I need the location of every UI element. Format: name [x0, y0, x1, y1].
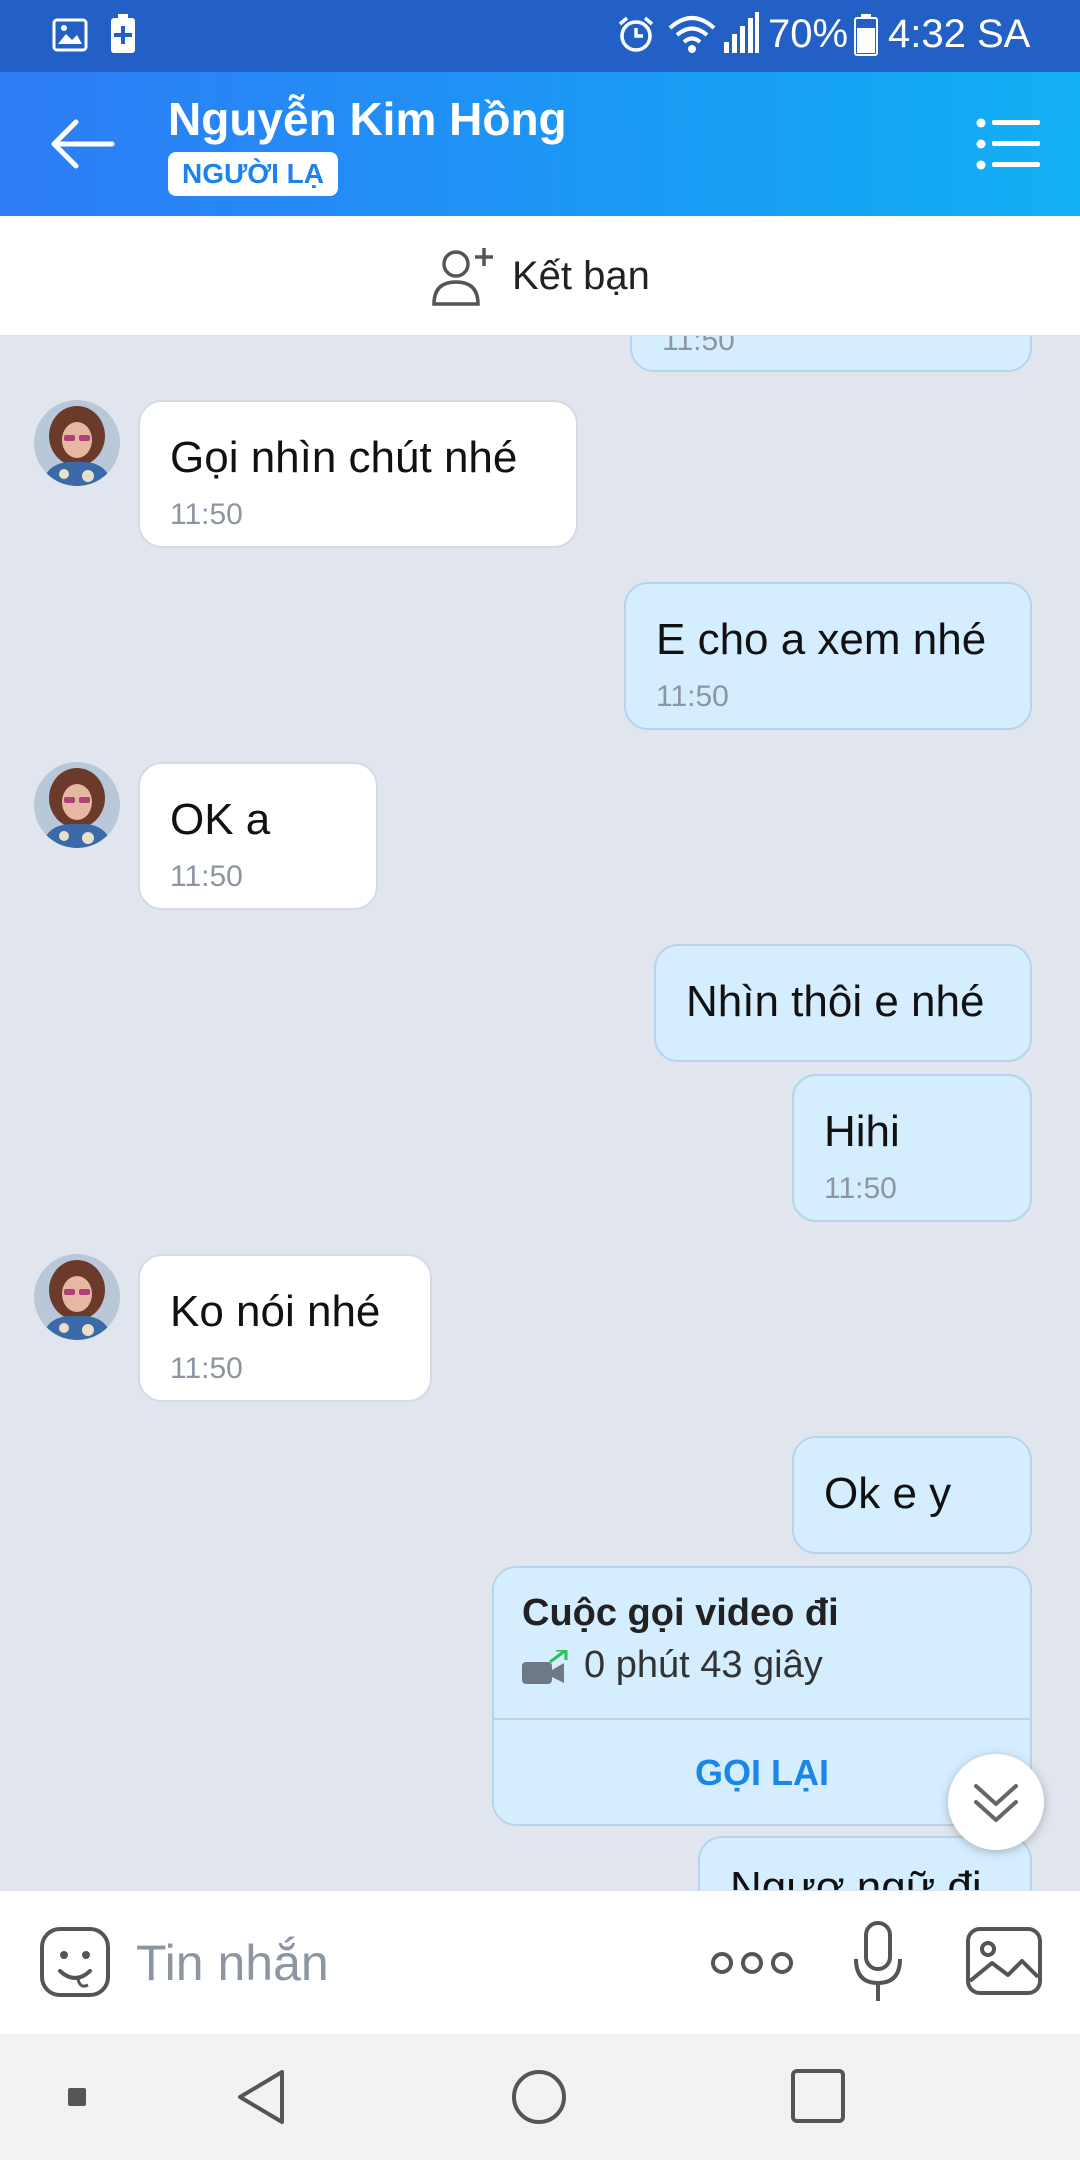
add-friend-bar[interactable]: Kết bạn [0, 216, 1080, 336]
add-friend-label: Kết bạn [512, 254, 650, 298]
battery-icon [854, 14, 878, 56]
message-time: 11:50 [824, 1172, 897, 1205]
status-time: 4:32 SA [888, 12, 1031, 56]
message-bubble-incoming[interactable]: OK a 11:50 [138, 762, 378, 910]
message-text: Ngượ ngữ đi [730, 1863, 982, 1890]
wifi-icon [668, 16, 716, 53]
message-text: Ko nói nhé [170, 1287, 381, 1336]
signal-icon [724, 12, 759, 53]
message-time: 11:50 [170, 1352, 243, 1385]
more-icon[interactable] [710, 1945, 794, 1981]
double-chevron-down-icon [974, 1784, 1018, 1822]
message-text: Hihi [824, 1107, 900, 1156]
back-arrow-icon[interactable] [48, 112, 118, 176]
battery-saver-icon [111, 14, 135, 53]
alarm-icon [618, 16, 654, 52]
system-navigation-bar [0, 2034, 1080, 2160]
avatar[interactable] [34, 400, 120, 486]
notification-dot-icon [68, 2088, 86, 2106]
menu-icon[interactable] [976, 118, 1040, 170]
message-time: 11:50 [662, 336, 735, 357]
status-bar: 70% 4:32 SA [0, 0, 1080, 72]
message-input[interactable] [136, 1927, 676, 1999]
scroll-to-bottom-button[interactable] [948, 1754, 1044, 1850]
chat-header: Nguyễn Kim Hồng NGƯỜI LẠ [0, 72, 1080, 216]
battery-percent: 70% [768, 12, 849, 56]
message-list[interactable]: 11:50 Gọi nhìn chút nhé 11:50 E cho a xe… [0, 336, 1080, 1890]
message-bubble-incoming[interactable]: Gọi nhìn chút nhé 11:50 [138, 400, 578, 548]
message-time: 11:50 [170, 498, 243, 531]
recents-nav-icon[interactable] [790, 2068, 846, 2124]
stranger-badge: NGƯỜI LẠ [168, 152, 338, 196]
message-text: Gọi nhìn chút nhé [170, 433, 518, 482]
gallery-icon[interactable] [964, 1925, 1044, 1997]
contact-name[interactable]: Nguyễn Kim Hồng [168, 92, 567, 146]
avatar[interactable] [34, 762, 120, 848]
composer [0, 1890, 1080, 2034]
message-time: 11:50 [656, 680, 729, 713]
message-bubble-outgoing[interactable]: E cho a xem nhé 11:50 [624, 582, 1032, 730]
message-bubble-outgoing[interactable]: 11:50 [630, 336, 1032, 372]
message-time: 11:50 [170, 860, 243, 893]
message-bubble-outgoing[interactable]: Nhìn thôi e nhé [654, 944, 1032, 1062]
add-friend-icon [432, 248, 493, 306]
message-bubble-outgoing[interactable]: Hihi 11:50 [792, 1074, 1032, 1222]
message-text: Ok e y [824, 1469, 952, 1518]
message-bubble-incoming[interactable]: Ko nói nhé 11:50 [138, 1254, 432, 1402]
message-text: OK a [170, 795, 271, 844]
video-call-outgoing-icon [522, 1650, 568, 1684]
avatar[interactable] [34, 1254, 120, 1340]
call-duration: 0 phút 43 giây [584, 1644, 823, 1686]
back-nav-icon[interactable] [234, 2068, 288, 2126]
home-nav-icon[interactable] [510, 2068, 568, 2126]
emoji-icon[interactable] [38, 1925, 112, 1999]
microphone-icon[interactable] [852, 1921, 904, 2005]
message-text: E cho a xem nhé [656, 615, 987, 664]
image-icon [52, 18, 88, 52]
message-bubble-outgoing[interactable]: Ok e y [792, 1436, 1032, 1554]
call-title: Cuộc gọi video đi [522, 1592, 839, 1634]
message-text: Nhìn thôi e nhé [686, 977, 985, 1026]
